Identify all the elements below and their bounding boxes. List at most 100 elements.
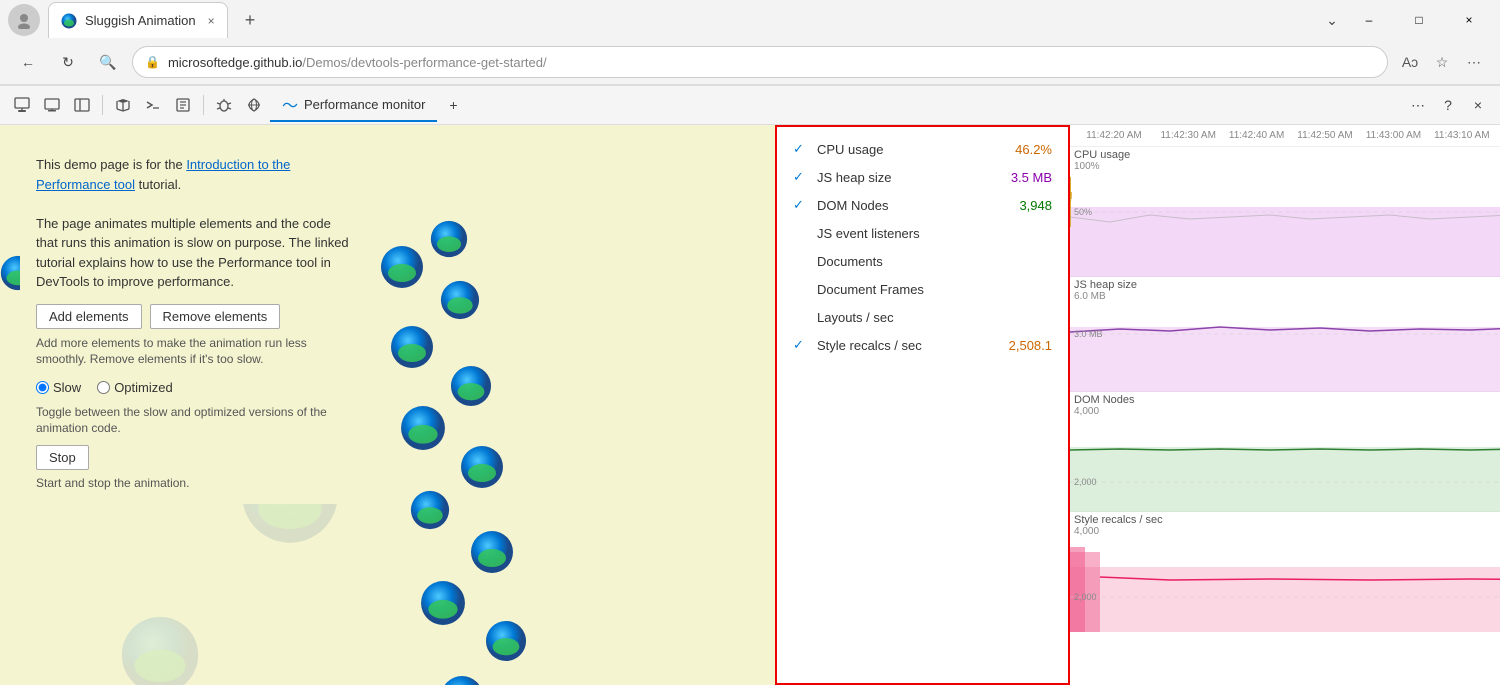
description-p1: This demo page is for the [36, 157, 186, 172]
metric-layouts[interactable]: ✓ Layouts / sec [777, 303, 1068, 331]
time-label-3: 11:42:50 AM [1291, 130, 1359, 141]
dom-nodes-check: ✓ [793, 197, 809, 213]
time-label-2: 11:42:40 AM [1222, 130, 1290, 141]
edge-logo-watermark-3 [120, 615, 200, 685]
metric-dom-nodes[interactable]: ✓ DOM Nodes 3,948 [777, 191, 1068, 219]
screencast-icon[interactable] [38, 91, 66, 119]
add-elements-button[interactable]: Add elements [36, 304, 142, 329]
metric-style-recalcs[interactable]: ✓ Style recalcs / sec 2,508.1 [777, 331, 1068, 359]
svg-text:2,000: 2,000 [1074, 592, 1097, 602]
svg-text:2,000: 2,000 [1074, 477, 1097, 487]
tab-close-button[interactable]: × [208, 14, 215, 28]
documents-label: Documents [817, 254, 984, 269]
toolbar-separator [102, 95, 103, 115]
wave-icon: 〜 [282, 92, 298, 116]
performance-monitor-tab[interactable]: 〜 Performance monitor [270, 88, 437, 122]
js-listeners-label: JS event listeners [817, 226, 984, 241]
time-label-4: 11:43:00 AM [1359, 130, 1427, 141]
edge-logo-7 [460, 445, 504, 494]
close-button[interactable]: × [1446, 4, 1492, 36]
devtools-more-icon[interactable]: ⋯ [1404, 91, 1432, 119]
metric-js-heap[interactable]: ✓ JS heap size 3.5 MB [777, 163, 1068, 191]
metrics-dropdown: ✓ CPU usage 46.2% ✓ JS heap size 3.5 MB … [775, 125, 1070, 685]
edge-logo-8 [410, 490, 450, 535]
metric-js-listeners[interactable]: ✓ JS event listeners [777, 219, 1068, 247]
stop-hint: Start and stop the animation. [36, 474, 354, 492]
svg-text:50%: 50% [1074, 207, 1092, 217]
button-hint: Add more elements to make the animation … [36, 335, 354, 369]
new-tab-button[interactable]: + [236, 6, 264, 34]
tab-favicon [61, 13, 77, 29]
optimized-radio-label[interactable]: Optimized [97, 378, 173, 398]
inspect-element-icon[interactable] [8, 91, 36, 119]
edge-logo-11 [485, 620, 527, 667]
read-aloud-icon[interactable]: Aↄ [1396, 48, 1424, 76]
url-text: microsoftedge.github.io/Demos/devtools-p… [168, 55, 1375, 70]
elements-icon[interactable] [109, 91, 137, 119]
toolbar-separator-2 [203, 95, 204, 115]
browser-tab[interactable]: Sluggish Animation × [48, 2, 228, 38]
time-label-1: 11:42:30 AM [1154, 130, 1222, 141]
devtools-close-icon[interactable]: × [1464, 91, 1492, 119]
cpu-chart-label: CPU usage 100% [1074, 149, 1130, 172]
lock-icon: 🔒 [145, 55, 160, 69]
refresh-button[interactable]: ↻ [52, 46, 84, 78]
minimize-button[interactable]: – [1346, 4, 1392, 36]
maximize-button[interactable]: □ [1396, 4, 1442, 36]
sidebar-icon[interactable] [68, 91, 96, 119]
style-recalcs-check: ✓ [793, 337, 809, 353]
dom-nodes-chart-label: DOM Nodes 4,000 [1074, 394, 1135, 417]
cpu-chart-svg: 50% [1070, 147, 1500, 277]
more-options-icon[interactable]: ⋯ [1460, 48, 1488, 76]
remove-elements-button[interactable]: Remove elements [150, 304, 281, 329]
sources-icon[interactable] [169, 91, 197, 119]
add-panel-button[interactable]: + [439, 91, 467, 119]
dom-nodes-chart-section: DOM Nodes 4,000 2,000 [1070, 392, 1500, 512]
stop-button[interactable]: Stop [36, 445, 89, 470]
svg-text:3.0 MB: 3.0 MB [1074, 329, 1103, 339]
slow-radio-label[interactable]: Slow [36, 378, 81, 398]
tab-title: Sluggish Animation [85, 13, 196, 28]
description-p2: tutorial. [135, 177, 181, 192]
cpu-label: CPU usage [817, 142, 984, 157]
animation-mode-row: Slow Optimized [36, 378, 354, 398]
js-heap-chart-label: JS heap size 6.0 MB [1074, 279, 1137, 302]
js-heap-chart-section: JS heap size 6.0 MB 3.0 MB [1070, 277, 1500, 392]
profile-icon[interactable] [8, 4, 40, 36]
edge-logo-6 [400, 405, 446, 456]
tabs-dropdown-icon[interactable]: ⌄ [1318, 6, 1346, 34]
metric-cpu-usage[interactable]: ✓ CPU usage 46.2% [777, 135, 1068, 163]
js-heap-value: 3.5 MB [992, 170, 1052, 185]
slow-radio[interactable] [36, 381, 49, 394]
js-heap-check: ✓ [793, 169, 809, 185]
main-content: This demo page is for the Introduction t… [0, 125, 1500, 685]
cpu-value: 46.2% [992, 142, 1052, 157]
edge-logo-10 [420, 580, 466, 631]
style-recalcs-chart-label: Style recalcs / sec 4,000 [1074, 514, 1163, 537]
button-row: Add elements Remove elements [36, 304, 354, 329]
favorites-icon[interactable]: ☆ [1428, 48, 1456, 76]
doc-frames-label: Document Frames [817, 282, 984, 297]
bug-icon[interactable] [210, 91, 238, 119]
metric-documents[interactable]: ✓ Documents [777, 247, 1068, 275]
optimized-radio[interactable] [97, 381, 110, 394]
edge-logo-3 [430, 220, 468, 263]
style-recalcs-value: 2,508.1 [992, 338, 1052, 353]
edge-logo-5 [450, 365, 492, 412]
search-button[interactable]: 🔍 [92, 46, 124, 78]
info-box: This demo page is for the Introduction t… [20, 143, 370, 504]
description-p3: The page animates multiple elements and … [36, 214, 354, 292]
dom-nodes-label: DOM Nodes [817, 198, 984, 213]
url-box[interactable]: 🔒 microsoftedge.github.io/Demos/devtools… [132, 46, 1388, 78]
devtools-toolbar: 〜 Performance monitor + ⋯ ? × [0, 85, 1500, 125]
console-icon[interactable] [139, 91, 167, 119]
time-ruler: 11:42:20 AM 11:42:30 AM 11:42:40 AM 11:4… [1070, 125, 1500, 147]
toggle-hint: Toggle between the slow and optimized ve… [36, 404, 354, 438]
time-label-5: 11:43:10 AM [1428, 130, 1496, 141]
layouts-label: Layouts / sec [817, 310, 984, 325]
back-button[interactable]: ← [12, 46, 44, 78]
metric-doc-frames[interactable]: ✓ Document Frames [777, 275, 1068, 303]
network-icon[interactable] [240, 91, 268, 119]
js-heap-label: JS heap size [817, 170, 984, 185]
devtools-help-icon[interactable]: ? [1434, 91, 1462, 119]
